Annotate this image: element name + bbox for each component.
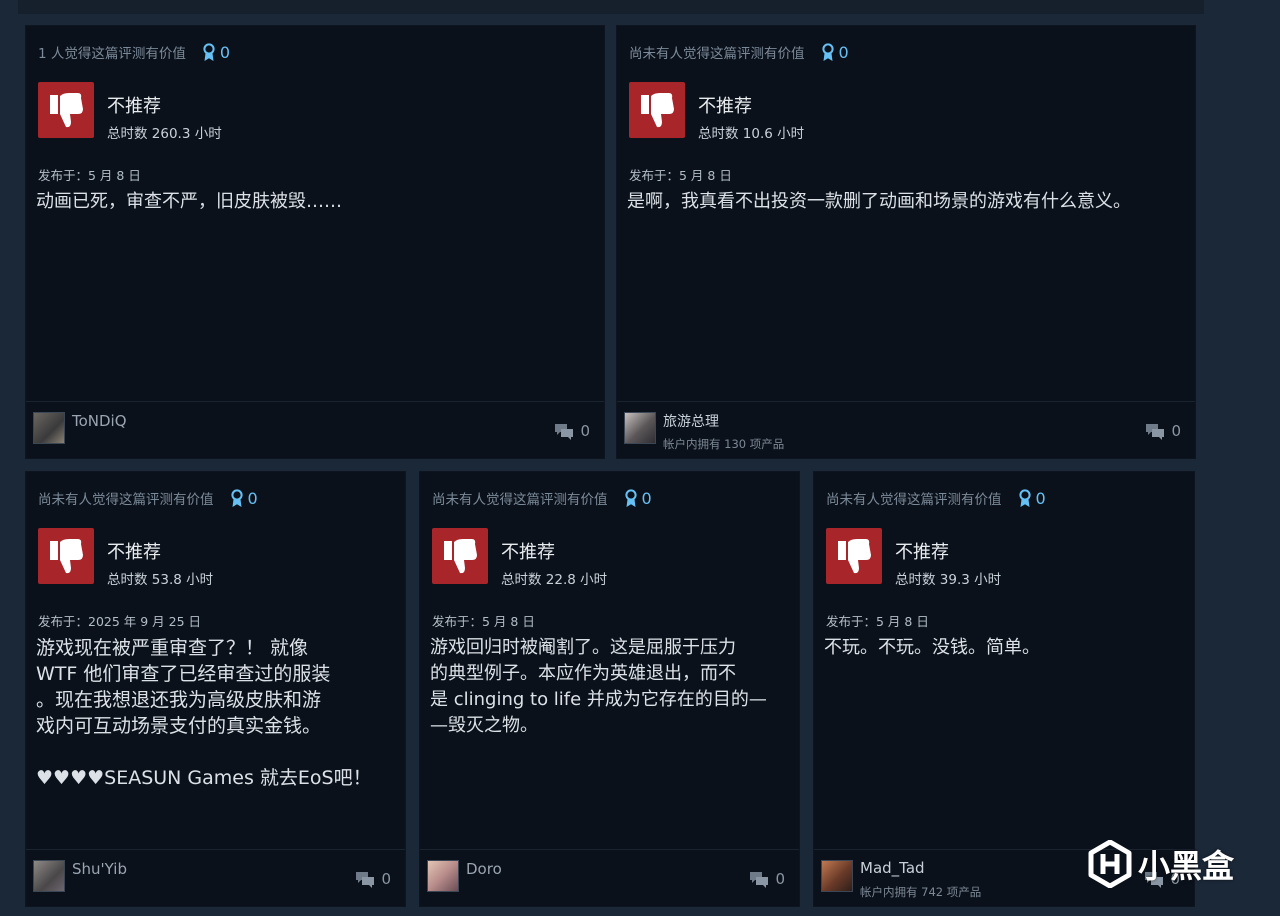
thumbs-down-icon <box>38 528 94 584</box>
comment-bubble-icon <box>555 423 574 440</box>
comment-count: 0 <box>775 870 785 888</box>
hours-played: 总时数 39.3 小时 <box>895 572 1002 588</box>
thumbs-down-icon <box>38 82 94 138</box>
hours-played: 总时数 22.8 小时 <box>501 572 608 588</box>
hours-played: 总时数 10.6 小时 <box>698 126 805 142</box>
helpful-text: 尚未有人觉得这篇评测有价值 <box>38 492 214 508</box>
award-button[interactable]: 0 <box>624 489 652 508</box>
helpful-count-row: 1 人觉得这篇评测有价值 0 <box>38 42 230 63</box>
review-card: 尚未有人觉得这篇评测有价值 0 不推荐 总时数 10.6 小时 发布于：5 月 … <box>616 25 1196 459</box>
helpful-text: 1 人觉得这篇评测有价值 <box>38 46 186 62</box>
hours-played: 总时数 260.3 小时 <box>107 126 222 142</box>
posted-date: 发布于：5 月 8 日 <box>629 168 732 183</box>
author-name[interactable]: Mad_Tad <box>860 859 925 877</box>
review-card: 尚未有人觉得这篇评测有价值 0 不推荐 总时数 22.8 小时 发布于：5 月 … <box>419 471 800 907</box>
helpful-text: 尚未有人觉得这篇评测有价值 <box>629 46 805 62</box>
verdict-label: 不推荐 <box>698 96 752 117</box>
review-body: 游戏现在被严重审查了？！ 就像 WTF 他们审查了已经审查过的服装 。现在我想退… <box>36 637 372 789</box>
helpful-count-row: 尚未有人觉得这篇评测有价值 0 <box>826 488 1046 509</box>
comments-button[interactable]: 0 <box>1145 422 1181 440</box>
heybox-logo-icon <box>1088 840 1132 888</box>
review-card: 尚未有人觉得这篇评测有价值 0 不推荐 总时数 53.8 小时 发布于：2025… <box>25 471 406 907</box>
award-ribbon-icon <box>624 488 637 507</box>
review-footer: 旅游总理 帐户内拥有 130 项产品 0 <box>617 401 1195 458</box>
watermark: 小黑盒 <box>1088 840 1234 888</box>
top-strip <box>18 0 1204 14</box>
products-owned: 帐户内拥有 130 项产品 <box>663 437 785 451</box>
helpful-text: 尚未有人觉得这篇评测有价值 <box>826 492 1002 508</box>
verdict-label: 不推荐 <box>107 96 161 117</box>
comment-count: 0 <box>580 422 590 440</box>
comment-bubble-icon <box>1146 423 1165 440</box>
posted-date: 发布于：5 月 8 日 <box>826 614 929 629</box>
helpful-count-row: 尚未有人觉得这篇评测有价值 0 <box>432 488 652 509</box>
comment-bubble-icon <box>356 871 375 888</box>
verdict-label: 不推荐 <box>501 542 555 563</box>
watermark-text: 小黑盒 <box>1138 847 1235 885</box>
award-ribbon-icon <box>1018 488 1031 507</box>
avatar[interactable] <box>624 412 656 444</box>
review-body: 是啊，我真看不出投资一款删了动画和场景的游戏有什么意义。 <box>627 191 1131 212</box>
avatar[interactable] <box>821 860 853 892</box>
author-name[interactable]: Shu'Yib <box>72 860 127 878</box>
thumbs-down-icon <box>826 528 882 584</box>
comments-button[interactable]: 0 <box>355 870 391 888</box>
review-body: 不玩。不玩。没钱。简单。 <box>824 637 1040 658</box>
award-ribbon-icon <box>821 42 834 61</box>
author-name[interactable]: 旅游总理 <box>663 411 719 431</box>
award-button[interactable]: 0 <box>821 43 849 62</box>
helpful-text: 尚未有人觉得这篇评测有价值 <box>432 492 608 508</box>
award-count: 0 <box>247 488 258 508</box>
avatar[interactable] <box>427 860 459 892</box>
avatar[interactable] <box>33 412 65 444</box>
comment-count: 0 <box>1171 422 1181 440</box>
award-count: 0 <box>1035 488 1046 508</box>
verdict-label: 不推荐 <box>895 542 949 563</box>
author-name[interactable]: ToNDiQ <box>72 412 127 430</box>
comment-count: 0 <box>381 870 391 888</box>
review-footer: Doro 0 <box>420 849 799 906</box>
review-footer: ToNDiQ 0 <box>26 401 604 458</box>
author-name[interactable]: Doro <box>466 860 502 878</box>
verdict-label: 不推荐 <box>107 542 161 563</box>
award-button[interactable]: 0 <box>1018 489 1046 508</box>
helpful-count-row: 尚未有人觉得这篇评测有价值 0 <box>38 488 258 509</box>
posted-date: 发布于：5 月 8 日 <box>38 168 141 183</box>
comment-bubble-icon <box>750 871 769 888</box>
comments-button[interactable]: 0 <box>554 422 590 440</box>
award-button[interactable]: 0 <box>202 43 230 62</box>
award-button[interactable]: 0 <box>230 489 258 508</box>
award-ribbon-icon <box>203 42 215 61</box>
award-count: 0 <box>641 488 652 508</box>
thumbs-down-icon <box>629 82 685 138</box>
review-card: 1 人觉得这篇评测有价值 0 不推荐 总时数 260.3 小时 发布于：5 月 … <box>25 25 605 459</box>
review-body: 游戏回归时被阉割了。这是屈服于压力 的典型例子。本应作为英雄退出，而不 是 cl… <box>430 637 767 736</box>
products-owned: 帐户内拥有 742 项产品 <box>860 885 982 899</box>
award-count: 0 <box>838 42 849 62</box>
award-ribbon-icon <box>230 488 243 507</box>
avatar[interactable] <box>33 860 65 892</box>
review-footer: Shu'Yib 0 <box>26 849 405 906</box>
comments-button[interactable]: 0 <box>749 870 785 888</box>
award-count: 0 <box>219 42 231 62</box>
posted-date: 发布于：2025 年 9 月 25 日 <box>38 614 202 629</box>
thumbs-down-icon <box>432 528 488 584</box>
helpful-count-row: 尚未有人觉得这篇评测有价值 0 <box>629 42 849 63</box>
review-body: 动画已死，审查不严，旧皮肤被毁…… <box>36 191 342 212</box>
posted-date: 发布于：5 月 8 日 <box>432 614 535 629</box>
hours-played: 总时数 53.8 小时 <box>107 572 214 588</box>
